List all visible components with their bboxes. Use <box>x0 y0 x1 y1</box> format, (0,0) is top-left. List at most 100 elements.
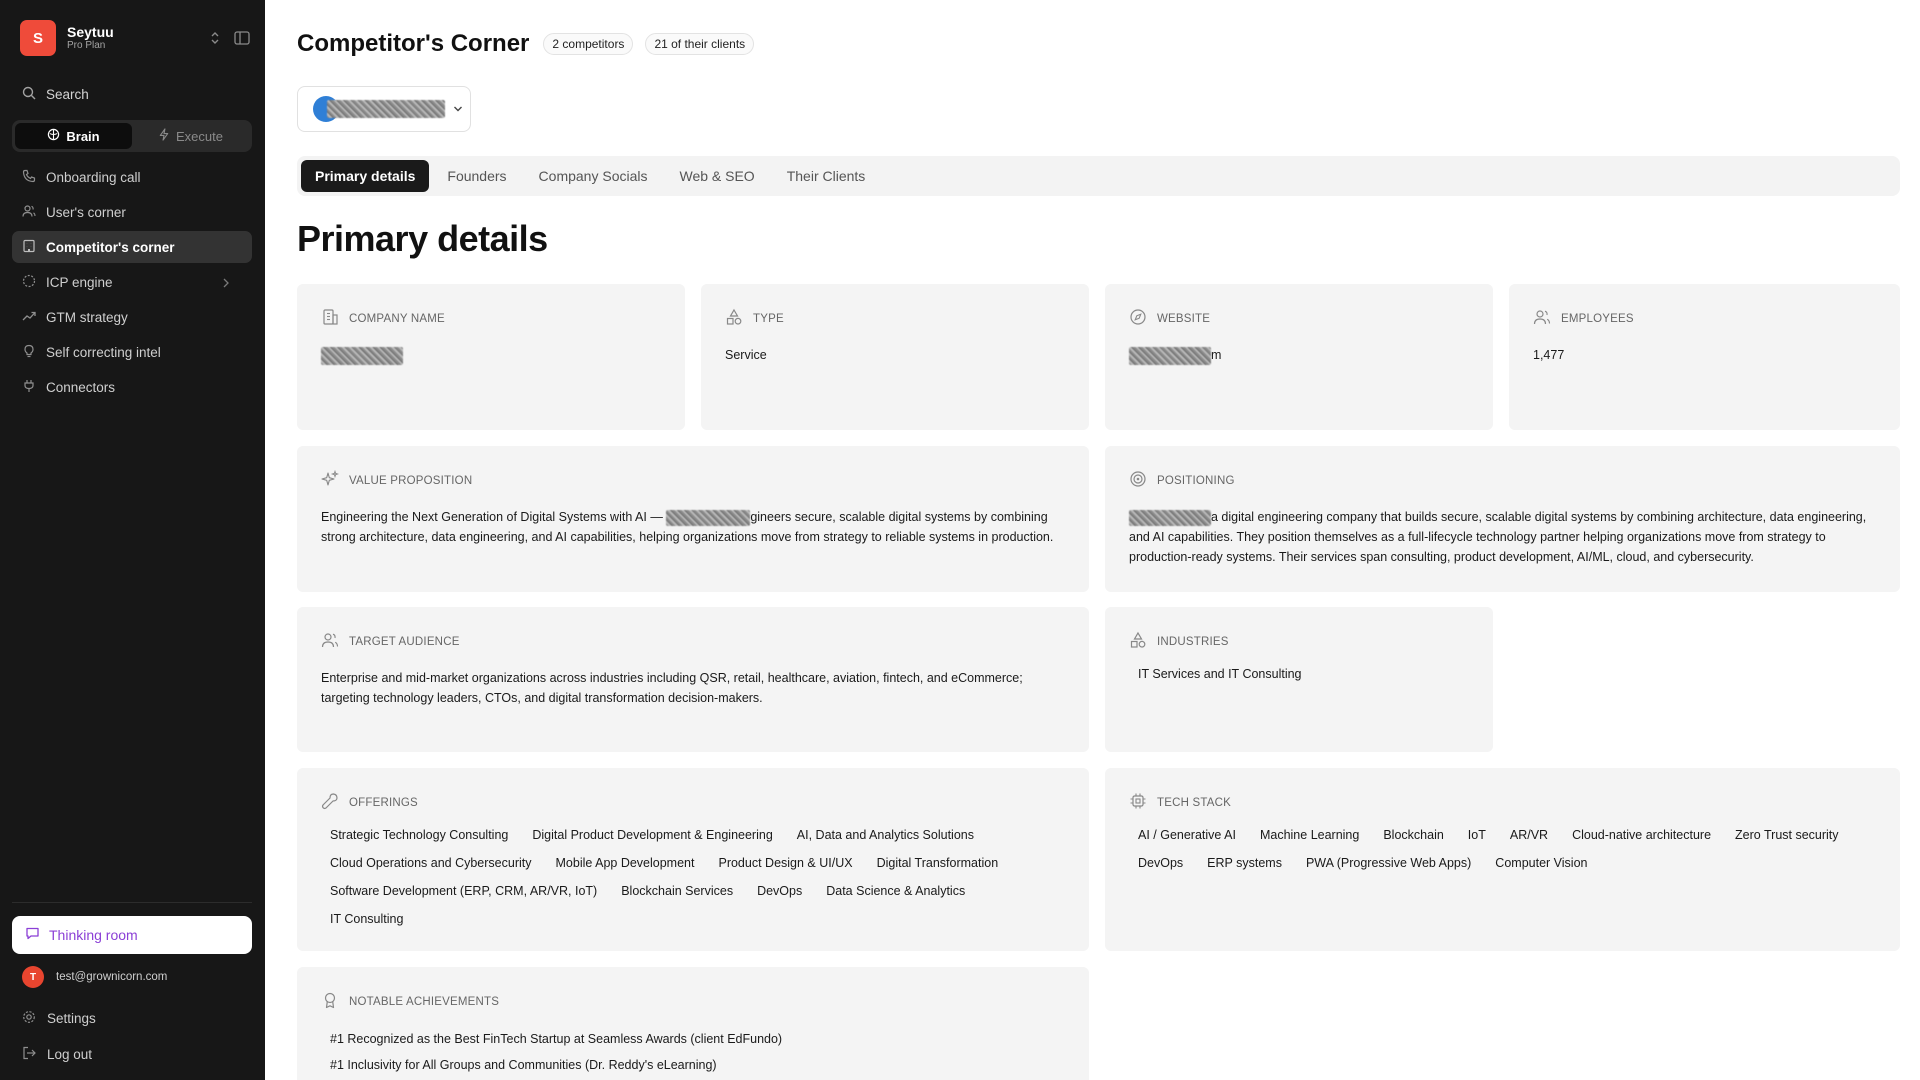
card-label: WEBSITE <box>1157 312 1211 325</box>
offerings-tags: Strategic Technology Consulting Digital … <box>321 825 1065 929</box>
sidebar-search[interactable]: Search <box>12 81 252 107</box>
page-header: Competitor's Corner 2 competitors 21 of … <box>297 30 755 58</box>
sidebar-item-label: Competitor's corner <box>46 239 175 255</box>
sidebar-item-connectors[interactable]: Connectors <box>12 371 252 403</box>
card-label: INDUSTRIES <box>1157 635 1229 648</box>
sidebar-item-onboarding-call[interactable]: Onboarding call <box>12 161 252 193</box>
industries-tags: IT Services and IT Consulting <box>1129 664 1469 684</box>
offering-tag: Mobile App Development <box>555 856 695 870</box>
users-icon <box>321 631 349 652</box>
sidebar-divider <box>12 902 252 903</box>
offering-tag: Digital Transformation <box>876 856 999 870</box>
award-icon <box>321 991 349 1012</box>
user-account[interactable]: T test@grownicorn.com <box>22 966 167 988</box>
shapes-icon <box>725 308 753 329</box>
tab-company-socials[interactable]: Company Socials <box>525 160 662 192</box>
tech-tag: AI / Generative AI <box>1138 828 1236 842</box>
mode-execute-button[interactable]: Execute <box>132 123 249 149</box>
mode-brain-label: Brain <box>66 128 100 144</box>
sidebar-item-icp-engine[interactable]: ICP engine <box>12 266 252 298</box>
search-icon <box>22 86 46 103</box>
phone-icon <box>22 169 46 186</box>
tab-founders[interactable]: Founders <box>433 160 520 192</box>
tab-their-clients[interactable]: Their Clients <box>773 160 880 192</box>
competitor-select[interactable] <box>297 86 471 132</box>
employees-value: 1,477 <box>1533 348 1565 362</box>
chevron-right-icon[interactable] <box>222 276 240 291</box>
sidebar-nav: Onboarding call User's corner Competitor… <box>12 161 252 406</box>
website-card: WEBSITE m <box>1105 284 1493 430</box>
target-audience-text: Enterprise and mid-market organizations … <box>321 671 1023 705</box>
sidebar: S Seytuu Pro Plan Search Brain Execute O… <box>0 0 265 1080</box>
tech-tag: ERP systems <box>1207 856 1282 870</box>
chat-icon <box>25 926 49 944</box>
mode-toggle: Brain Execute <box>12 120 252 152</box>
offering-tag: AI, Data and Analytics Solutions <box>796 828 974 842</box>
card-label: TARGET AUDIENCE <box>349 635 460 648</box>
type-card: TYPE Service <box>701 284 1089 430</box>
sidebar-item-label: Onboarding call <box>46 169 141 185</box>
tech-tag: Machine Learning <box>1259 828 1360 842</box>
tab-primary-details[interactable]: Primary details <box>301 160 430 192</box>
positioning-text-after: a digital engineering company that build… <box>1129 510 1867 564</box>
industry-tag: IT Services and IT Consulting <box>1138 667 1302 681</box>
tech-tag: Zero Trust security <box>1735 828 1839 842</box>
website-suffix: m <box>1211 348 1222 362</box>
search-label: Search <box>46 86 89 102</box>
plug-icon <box>22 379 46 396</box>
tech-tag: Blockchain <box>1383 828 1444 842</box>
redacted-competitor-name <box>327 100 445 118</box>
offering-tag: Software Development (ERP, CRM, AR/VR, I… <box>330 884 598 898</box>
sidebar-item-label: GTM strategy <box>46 309 128 325</box>
logout-icon <box>22 1046 47 1063</box>
workspace-switcher[interactable]: S Seytuu Pro Plan <box>20 19 250 57</box>
brain-icon <box>47 128 60 144</box>
value-proposition-text: Engineering the Next Generation of Digit… <box>321 507 1065 547</box>
target-icon <box>1129 470 1157 491</box>
sidebar-toggle-icon[interactable] <box>234 31 250 45</box>
competitors-count-badge: 2 competitors <box>543 33 634 55</box>
chevron-up-down-icon[interactable] <box>210 31 220 45</box>
sidebar-item-label: ICP engine <box>46 274 113 290</box>
user-email: test@grownicorn.com <box>56 971 168 983</box>
tab-web-seo[interactable]: Web & SEO <box>665 160 768 192</box>
settings-link[interactable]: Settings <box>22 1010 96 1027</box>
sidebar-item-users-corner[interactable]: User's corner <box>12 196 252 228</box>
card-label: VALUE PROPOSITION <box>349 474 473 487</box>
bolt-icon <box>158 128 170 144</box>
tech-tag: AR/VR <box>1509 828 1549 842</box>
website-value[interactable]: m <box>1129 345 1469 365</box>
target-icon <box>22 274 46 291</box>
tech-tag: Cloud-native architecture <box>1572 828 1712 842</box>
offering-tag: Data Science & Analytics <box>826 884 966 898</box>
logout-label: Log out <box>47 1047 93 1062</box>
offerings-card: OFFERINGS Strategic Technology Consultin… <box>297 768 1089 951</box>
redacted-text <box>666 509 751 526</box>
offering-tag: IT Consulting <box>330 912 404 926</box>
logout-link[interactable]: Log out <box>22 1046 92 1063</box>
compass-icon <box>1129 308 1157 329</box>
chevron-down-icon <box>453 100 463 118</box>
card-label: TECH STACK <box>1157 796 1231 809</box>
thinking-room-button[interactable]: Thinking room <box>12 916 252 954</box>
achievements-list: #1 Recognized as the Best FinTech Startu… <box>321 1026 1065 1078</box>
industries-card: INDUSTRIES IT Services and IT Consulting <box>1105 607 1493 752</box>
sidebar-item-gtm-strategy[interactable]: GTM strategy <box>12 301 252 333</box>
wrench-icon <box>321 792 349 813</box>
employees-card: EMPLOYEES 1,477 <box>1509 284 1900 430</box>
workspace-logo: S <box>20 20 56 56</box>
offering-tag: Cloud Operations and Cybersecurity <box>330 856 532 870</box>
sidebar-item-label: Self correcting intel <box>46 344 161 360</box>
sparkles-icon <box>321 469 349 491</box>
tech-stack-tags: AI / Generative AI Machine Learning Bloc… <box>1129 825 1876 873</box>
sidebar-item-competitors-corner[interactable]: Competitor's corner <box>12 231 252 263</box>
value-proposition-card: VALUE PROPOSITION Engineering the Next G… <box>297 446 1089 592</box>
workspace-plan: Pro Plan <box>67 40 106 51</box>
workspace-name: Seytuu <box>67 24 114 40</box>
positioning-card: POSITIONING a digital engineering compan… <box>1105 446 1900 592</box>
users-icon <box>22 204 46 221</box>
sidebar-item-self-correcting-intel[interactable]: Self correcting intel <box>12 336 252 368</box>
mode-brain-button[interactable]: Brain <box>15 123 132 149</box>
users-icon <box>1533 308 1561 329</box>
offering-tag: Product Design & UI/UX <box>718 856 853 870</box>
